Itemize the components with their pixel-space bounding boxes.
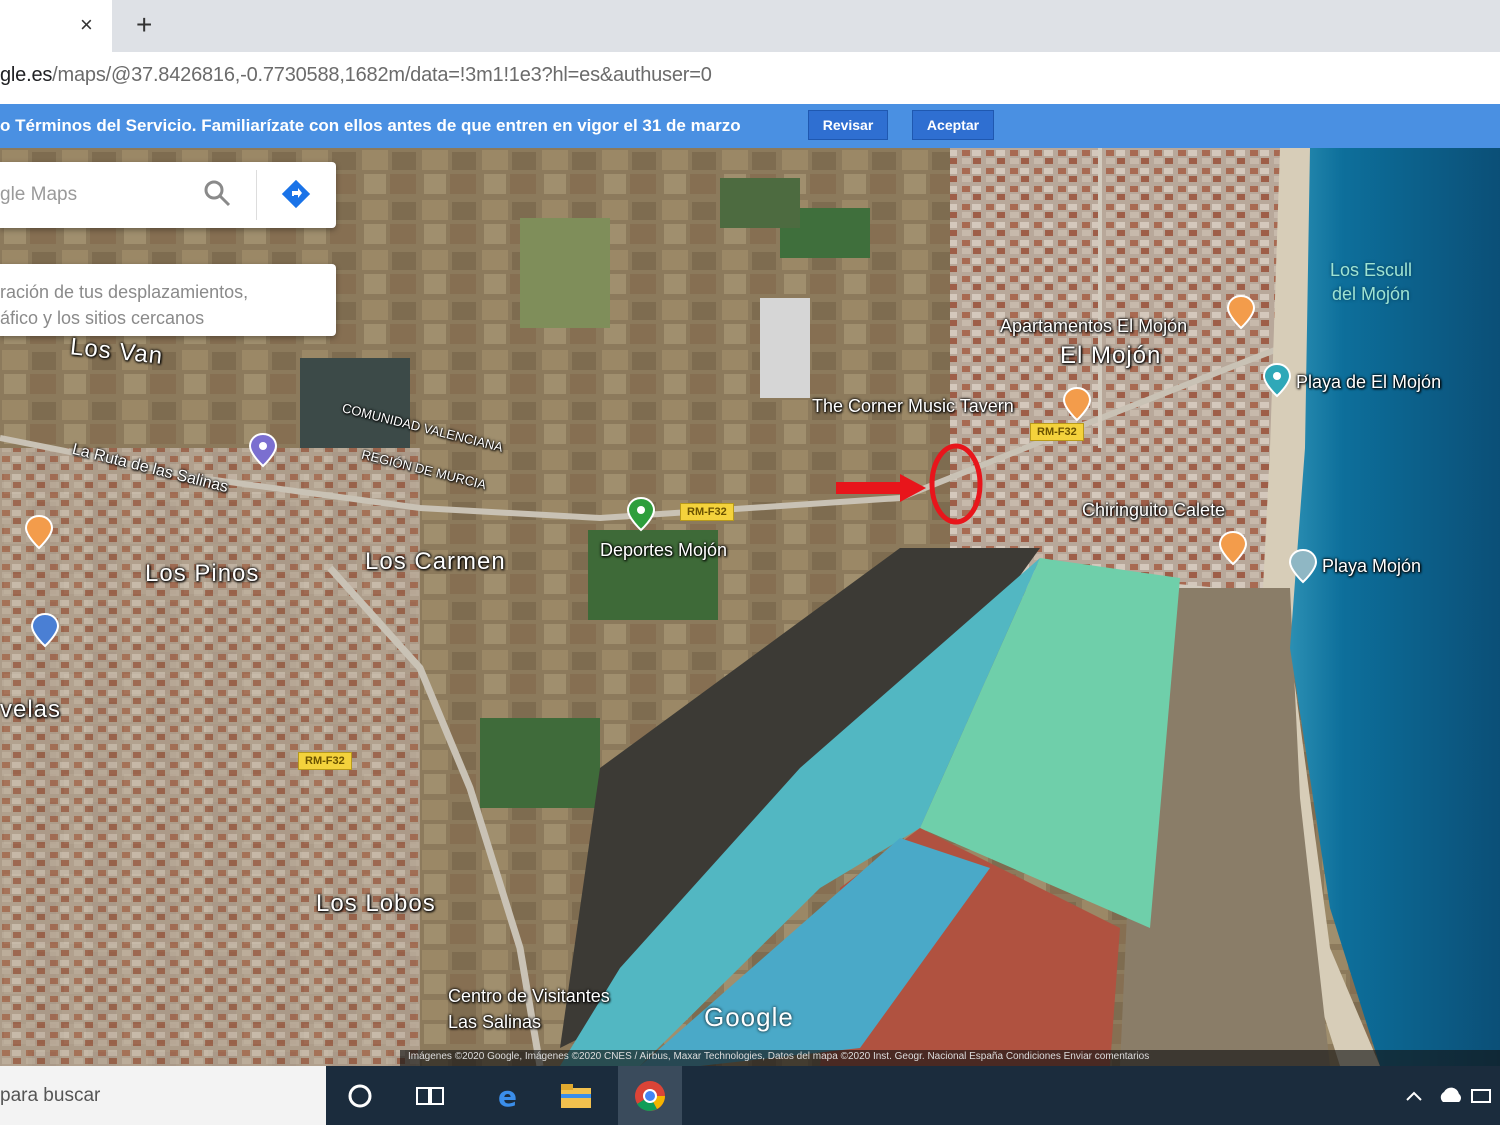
chrome-icon[interactable] bbox=[632, 1078, 668, 1114]
directions-icon[interactable] bbox=[280, 178, 312, 210]
label-los-carmen: Los Carmen bbox=[365, 548, 506, 575]
suggestion-line-2: áfico y los sitios cercanos bbox=[0, 308, 205, 328]
label-los-lobos: Los Lobos bbox=[316, 890, 436, 917]
label-playa-el-mojon: Playa de El Mojón bbox=[1296, 372, 1442, 392]
task-view-icon[interactable] bbox=[412, 1078, 448, 1114]
map-pin-orange-icon[interactable] bbox=[24, 514, 54, 550]
file-explorer-icon[interactable] bbox=[558, 1078, 594, 1114]
url-domain: gle.es bbox=[0, 64, 53, 86]
tab-close-icon[interactable]: × bbox=[80, 12, 93, 38]
label-deportes: Deportes Mojón bbox=[600, 540, 728, 560]
red-circle-icon bbox=[929, 443, 983, 525]
label-las-salinas: Las Salinas bbox=[448, 1012, 542, 1032]
search-input[interactable]: gle Maps bbox=[0, 184, 77, 206]
accept-button[interactable]: Aceptar bbox=[912, 110, 994, 140]
attribution-text[interactable]: Imágenes ©2020 Google, Imágenes ©2020 CN… bbox=[408, 1051, 1149, 1062]
network-icon[interactable] bbox=[1464, 1078, 1500, 1114]
new-tab-button[interactable]: + bbox=[136, 10, 152, 40]
search-icon[interactable] bbox=[202, 178, 232, 208]
infobar-message: o Términos del Servicio. Familiarízate c… bbox=[0, 116, 741, 135]
svg-text:e: e bbox=[498, 1081, 517, 1111]
map-pin-orange-icon[interactable] bbox=[1062, 386, 1092, 422]
label-apartamentos: Apartamentos El Mojón bbox=[1000, 316, 1188, 336]
taskbar-search-text[interactable]: para buscar bbox=[0, 1085, 100, 1107]
map-pin-blue-icon[interactable] bbox=[30, 612, 60, 648]
label-escull: Los Escull del Mojón bbox=[1330, 260, 1413, 304]
onedrive-cloud-icon[interactable] bbox=[1432, 1078, 1468, 1114]
road-sign: RM-F32 bbox=[298, 752, 352, 770]
cortana-icon[interactable] bbox=[342, 1078, 378, 1114]
google-logo: Google bbox=[704, 1002, 794, 1032]
active-tab[interactable] bbox=[0, 0, 112, 52]
url-text[interactable]: gle.es/maps/@37.8426816,-0.7730588,1682m… bbox=[0, 64, 712, 87]
suggestion-line-1: ración de tus desplazamientos, bbox=[0, 282, 249, 302]
review-button[interactable]: Revisar bbox=[808, 110, 888, 140]
map-pin-teal-icon[interactable] bbox=[1288, 548, 1318, 584]
map-pin-teal-icon[interactable] bbox=[1262, 362, 1292, 398]
red-annotation bbox=[836, 443, 983, 525]
label-playa-mojon: Playa Mojón bbox=[1322, 556, 1422, 576]
map-pin-green-icon[interactable] bbox=[626, 496, 656, 532]
road-sign: RM-F32 bbox=[680, 503, 734, 521]
tab-strip bbox=[0, 0, 1500, 52]
label-centro-visitantes: Centro de Visitantes bbox=[448, 986, 610, 1006]
edge-icon[interactable]: e bbox=[490, 1078, 526, 1114]
label-velas-partial: velas bbox=[0, 696, 62, 723]
url-path: /maps/@37.8426816,-0.7730588,1682m/data=… bbox=[52, 64, 712, 86]
label-tavern: The Corner Music Tavern bbox=[812, 396, 1014, 416]
label-chiringuito: Chiringuito Calete bbox=[1082, 500, 1226, 520]
map-pin-orange-icon[interactable] bbox=[1218, 530, 1248, 566]
map-pin-orange-icon[interactable] bbox=[1226, 294, 1256, 330]
label-los-pinos: Los Pinos bbox=[145, 560, 260, 587]
red-arrow-icon bbox=[836, 474, 926, 502]
map-pin-purple-icon[interactable] bbox=[248, 432, 278, 468]
system-tray-chevron-icon[interactable] bbox=[1396, 1078, 1432, 1114]
road-sign: RM-F32 bbox=[1030, 423, 1084, 441]
label-el-mojon: El Mojón bbox=[1060, 342, 1162, 369]
search-divider bbox=[256, 170, 257, 220]
